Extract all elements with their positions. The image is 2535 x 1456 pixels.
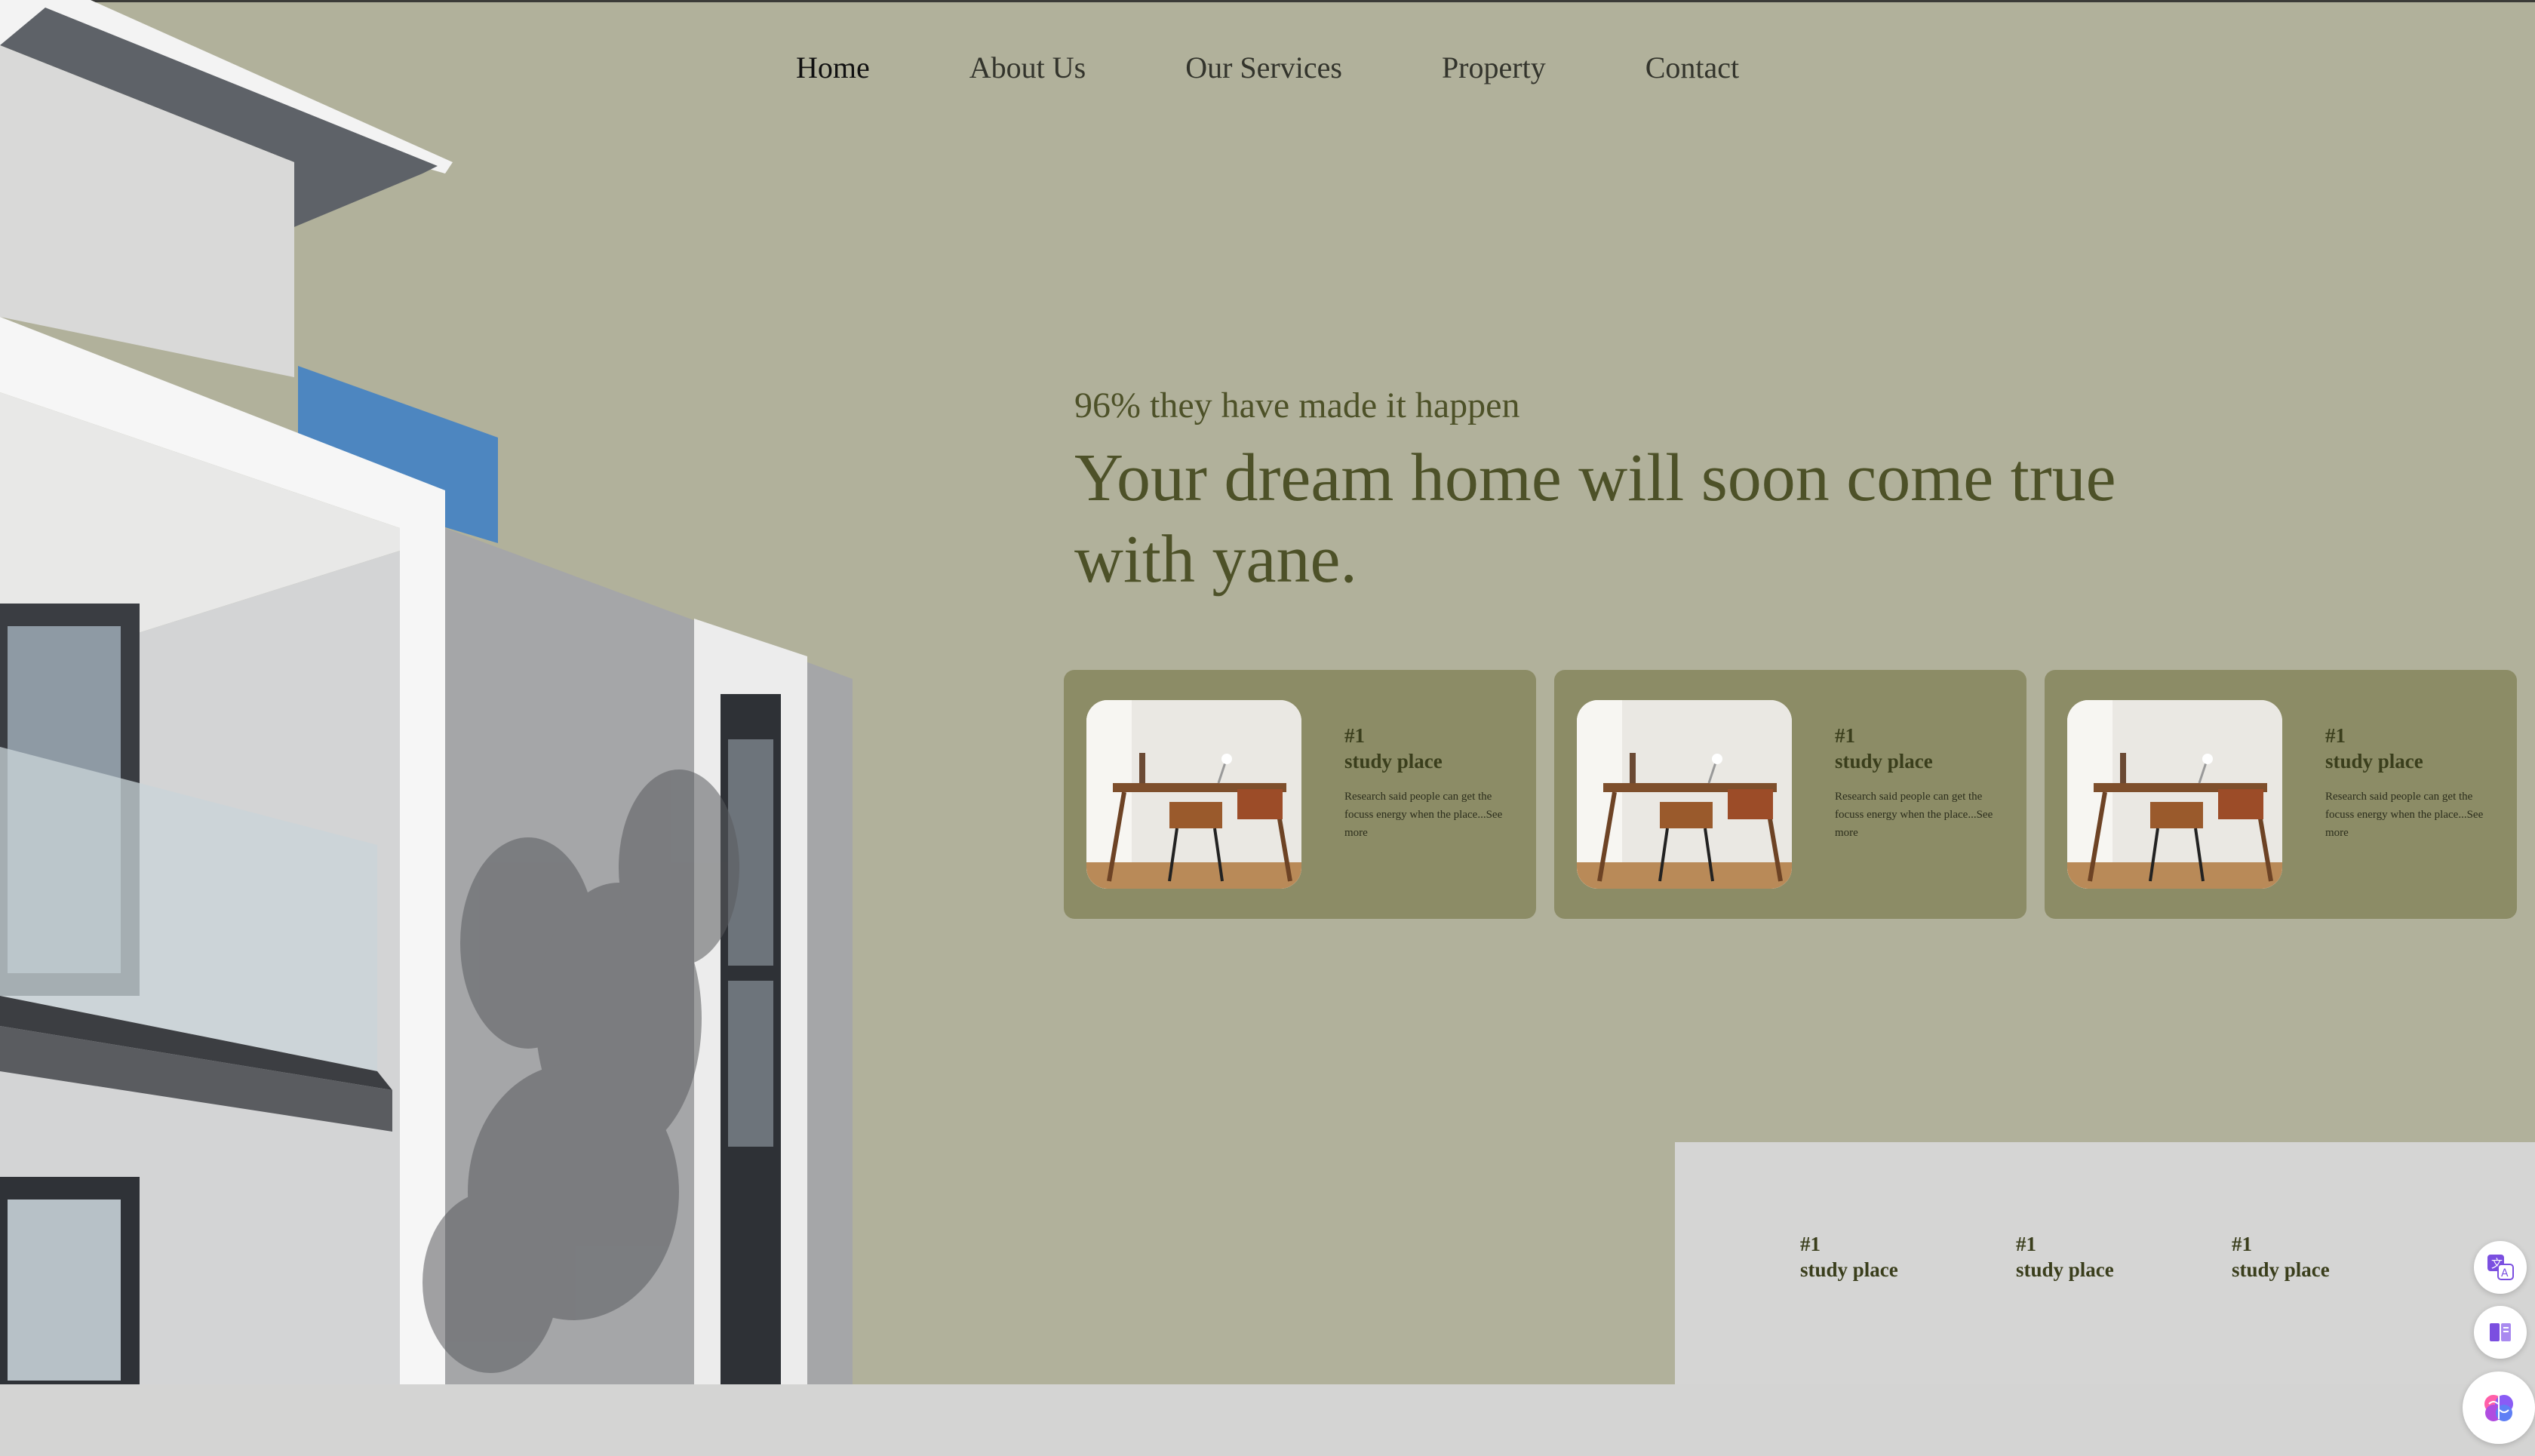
nav-about-us[interactable]: About Us	[969, 47, 1086, 89]
brain-icon	[2484, 1395, 2513, 1421]
svg-text:A: A	[2501, 1267, 2509, 1279]
nav-home[interactable]: Home	[796, 47, 870, 89]
nav-property[interactable]: Property	[1442, 47, 1546, 89]
panel-item-tag: #1	[2232, 1233, 2252, 1255]
footer-strip	[0, 1384, 2535, 1456]
hero-eyebrow: 96% they have made it happen	[1074, 386, 1520, 425]
hero-headline: Your dream home will soon come true with…	[1074, 441, 2116, 597]
card-tag: #1	[1344, 724, 1365, 747]
card-description: Research said people can get the focuss …	[2325, 791, 2484, 839]
card-title: study place	[1344, 750, 1443, 773]
desk-photo	[1086, 700, 1301, 889]
reader-button[interactable]	[2474, 1306, 2527, 1359]
panel-item-tag: #1	[2016, 1233, 2036, 1255]
card-description: Research said people can get the focuss …	[1344, 791, 1503, 839]
feature-card[interactable]: #1 study place Research said people can …	[2045, 670, 2517, 919]
building-photo	[0, 0, 853, 1384]
reader-icon	[2490, 1323, 2511, 1341]
panel-item[interactable]: #1 study place	[1800, 1231, 1898, 1282]
desk-photo	[1577, 700, 1792, 889]
card-title: study place	[2325, 750, 2423, 773]
panel-item-title: study place	[2232, 1258, 2330, 1281]
feature-card[interactable]: #1 study place Research said people can …	[1064, 670, 1536, 919]
translate-icon: 文 A	[2487, 1255, 2514, 1280]
desk-photo	[2067, 700, 2282, 889]
nav-contact[interactable]: Contact	[1645, 47, 1739, 89]
card-tag: #1	[1835, 724, 1855, 747]
panel-item-title: study place	[2016, 1258, 2114, 1281]
card-title: study place	[1835, 750, 1933, 773]
panel-item-title: study place	[1800, 1258, 1898, 1281]
main-nav: Home About Us Our Services Property Cont…	[796, 47, 1739, 89]
bottom-panel: #1 study place #1 study place #1 study p…	[1675, 1142, 2535, 1384]
translate-button[interactable]: 文 A	[2474, 1241, 2527, 1294]
feature-card[interactable]: #1 study place Research said people can …	[1554, 670, 2026, 919]
card-tag: #1	[2325, 724, 2346, 747]
card-description: Research said people can get the focuss …	[1835, 791, 1993, 839]
ai-assistant-button[interactable]	[2463, 1372, 2535, 1444]
panel-item-tag: #1	[1800, 1233, 1821, 1255]
panel-item[interactable]: #1 study place	[2232, 1231, 2330, 1282]
panel-item[interactable]: #1 study place	[2016, 1231, 2114, 1282]
nav-our-services[interactable]: Our Services	[1185, 47, 1342, 89]
